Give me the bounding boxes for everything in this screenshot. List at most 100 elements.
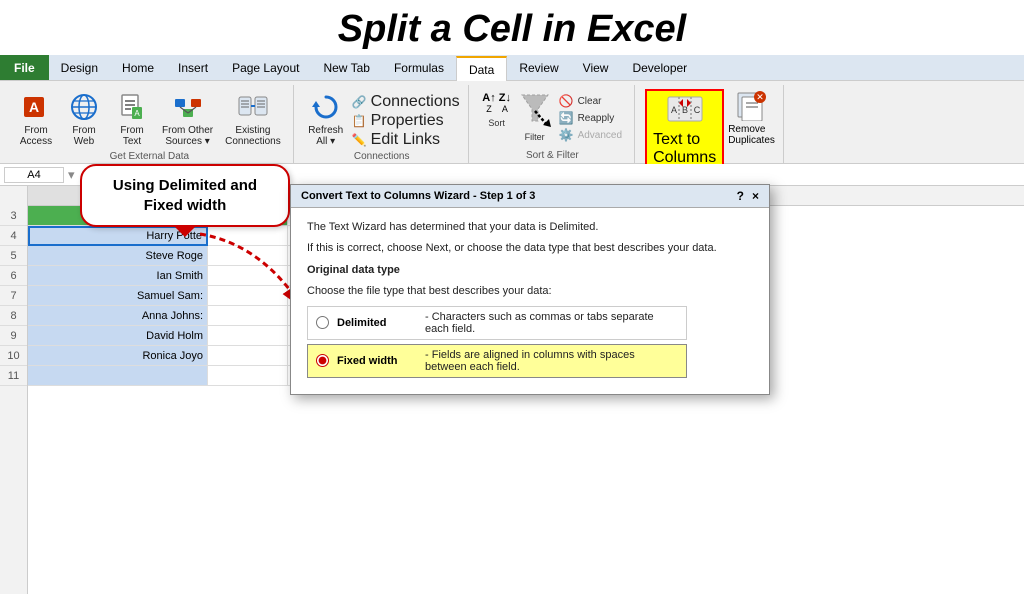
from-other-sources-label: From OtherSources ▾: [162, 125, 213, 147]
clear-button[interactable]: 🚫 Clear: [555, 93, 606, 109]
from-other-sources-button[interactable]: From OtherSources ▾: [158, 89, 217, 149]
svg-text:A: A: [29, 99, 39, 115]
refresh-all-icon: [310, 91, 342, 123]
from-text-label: FromText: [120, 125, 143, 147]
tab-review[interactable]: Review: [507, 55, 570, 80]
tab-new-tab[interactable]: New Tab: [311, 55, 381, 80]
cell-b6[interactable]: [208, 266, 288, 286]
cell-a11[interactable]: [28, 366, 208, 386]
sort-button[interactable]: Sort: [479, 116, 515, 130]
group-data-tools: A B C Text toColumns: [637, 85, 784, 163]
edit-links-icon: ✏️: [352, 133, 367, 147]
connections-items: 🔗 Connections 📋 Properties ✏️ Edit Links: [352, 89, 460, 149]
cell-a9[interactable]: David Holm: [28, 326, 208, 346]
connections-btn[interactable]: 🔗 Connections: [352, 93, 460, 111]
row-header-7: 7: [0, 286, 27, 306]
dialog-close-button[interactable]: ×: [752, 189, 759, 203]
remove-duplicates-button[interactable]: ✕ RemoveDuplicates: [728, 89, 775, 146]
group-sort-filter: A↑ Z Z↓ A Sort: [471, 85, 635, 163]
svg-text:✕: ✕: [756, 92, 764, 102]
cell-b7[interactable]: [208, 286, 288, 306]
radio-fixed-input[interactable]: [316, 354, 329, 367]
from-other-sources-icon: [172, 91, 204, 123]
radio-option-fixed-width[interactable]: Fixed width - Fields are aligned in colu…: [307, 344, 687, 378]
row-header-3: 3: [0, 206, 27, 226]
advanced-icon: ⚙️: [559, 128, 574, 142]
sort-filter-label: Sort & Filter: [526, 150, 579, 163]
radio-delimited-input[interactable]: [316, 316, 329, 329]
remove-duplicates-icon: ✕: [736, 89, 768, 124]
tab-page-layout[interactable]: Page Layout: [220, 55, 311, 80]
cell-b10[interactable]: [208, 346, 288, 366]
radio-fixed-desc: - Fields are aligned in columns with spa…: [425, 349, 678, 373]
tab-developer[interactable]: Developer: [620, 55, 699, 80]
radio-delimited-desc: - Characters such as commas or tabs sepa…: [425, 311, 678, 335]
tab-design[interactable]: Design: [49, 55, 110, 80]
row-headers: 3 4 5 6 7 8 9 10 11: [0, 186, 28, 594]
from-web-button[interactable]: FromWeb: [62, 89, 106, 149]
connections-icon: 🔗: [352, 95, 367, 109]
sort-za-button[interactable]: Z↓ A: [499, 93, 511, 114]
svg-text:C: C: [693, 105, 700, 115]
tooltip-line1: Using Delimited and: [113, 177, 257, 194]
tooltip-bubble: Using Delimited and Fixed width: [80, 164, 290, 227]
radio-delimited-label: Delimited: [337, 317, 417, 329]
radio-option-delimited[interactable]: Delimited - Characters such as commas or…: [307, 306, 687, 340]
filter-label: Filter: [525, 132, 545, 142]
row-header-10: 10: [0, 346, 27, 366]
advanced-button[interactable]: ⚙️ Advanced: [555, 127, 626, 143]
tab-file[interactable]: File: [0, 55, 49, 80]
cell-b9[interactable]: [208, 326, 288, 346]
from-access-label: FromAccess: [20, 125, 52, 147]
tab-view[interactable]: View: [571, 55, 621, 80]
tab-data[interactable]: Data: [456, 56, 507, 81]
row-header-9: 9: [0, 326, 27, 346]
dialog-title-bar: Convert Text to Columns Wizard - Step 1 …: [291, 185, 769, 208]
edit-links-btn[interactable]: ✏️ Edit Links: [352, 131, 440, 149]
data-tools-items: A B C Text toColumns: [645, 85, 775, 171]
group-items: A FromAccess FromWeb A FromText: [14, 85, 285, 149]
from-access-button[interactable]: A FromAccess: [14, 89, 58, 149]
from-text-button[interactable]: A FromText: [110, 89, 154, 149]
row-header-6: 6: [0, 266, 27, 286]
cell-b5[interactable]: [208, 246, 288, 266]
dialog-title-text: Convert Text to Columns Wizard - Step 1 …: [301, 190, 535, 202]
sort-az-button[interactable]: A↑ Z: [482, 93, 495, 114]
cell-b8[interactable]: [208, 306, 288, 326]
dialog-desc1: The Text Wizard has determined that your…: [307, 220, 753, 235]
text-to-columns-button[interactable]: A B C Text toColumns: [645, 89, 724, 171]
tab-home[interactable]: Home: [110, 55, 166, 80]
cell-a10[interactable]: Ronica Joyo: [28, 346, 208, 366]
cell-a8[interactable]: Anna Johns:: [28, 306, 208, 326]
properties-icon: 📋: [352, 114, 367, 128]
page-title: Split a Cell in Excel: [0, 0, 1024, 55]
dialog-body: The Text Wizard has determined that your…: [291, 208, 769, 394]
cell-a7[interactable]: Samuel Sam:: [28, 286, 208, 306]
row-header-5: 5: [0, 246, 27, 266]
connections-label: Connections: [354, 151, 410, 164]
original-data-type-label: Original data type: [307, 263, 753, 278]
svg-text:A: A: [134, 109, 140, 118]
properties-label: Properties: [371, 112, 444, 130]
tab-formulas[interactable]: Formulas: [382, 55, 456, 80]
radio-fixed-label: Fixed width: [337, 355, 417, 367]
filter-icon: [519, 91, 551, 132]
group-connections: RefreshAll ▾ 🔗 Connections 📋 Properties …: [296, 85, 469, 163]
from-access-icon: A: [20, 91, 52, 123]
existing-connections-button[interactable]: ExistingConnections: [221, 89, 285, 149]
cell-a5[interactable]: Steve Roge: [28, 246, 208, 266]
cell-b4[interactable]: [208, 226, 288, 246]
cell-b11[interactable]: [208, 366, 288, 386]
cell-reference-input[interactable]: [4, 167, 64, 183]
tab-insert[interactable]: Insert: [166, 55, 220, 80]
reapply-button[interactable]: 🔄 Reapply: [555, 110, 619, 126]
refresh-all-button[interactable]: RefreshAll ▾: [304, 89, 348, 149]
cell-a6[interactable]: Ian Smith: [28, 266, 208, 286]
reapply-label: Reapply: [578, 113, 615, 124]
row-header-8: 8: [0, 306, 27, 326]
dialog-help-button[interactable]: ?: [737, 189, 744, 203]
get-external-data-label: Get External Data: [110, 151, 189, 164]
properties-btn[interactable]: 📋 Properties: [352, 112, 444, 130]
filter-button[interactable]: Filter: [519, 89, 551, 142]
filter-options: 🚫 Clear 🔄 Reapply ⚙️ Advanced: [555, 89, 626, 143]
